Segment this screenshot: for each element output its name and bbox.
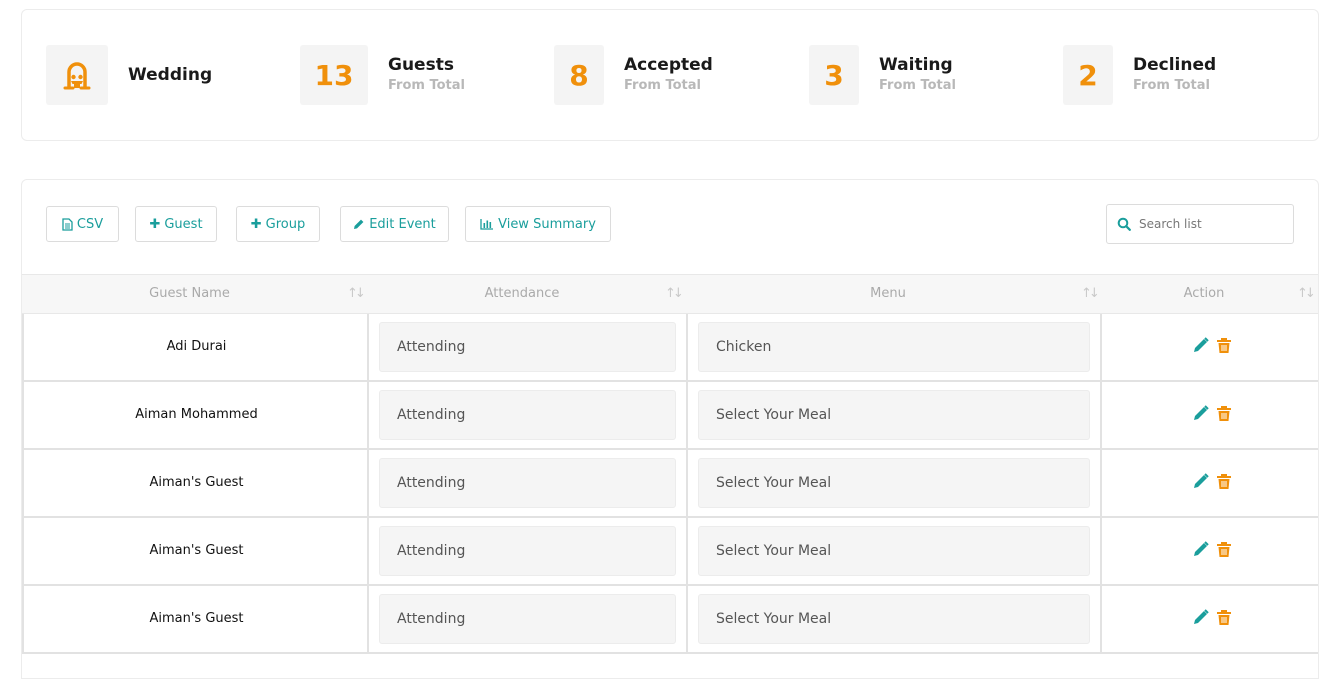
guest-list-card: CSV ✚ Guest ✚ Group Edit Event View Summ… bbox=[21, 179, 1319, 679]
column-header-attendance[interactable]: Attendance bbox=[369, 275, 675, 313]
sort-icon[interactable]: ↑↓ bbox=[347, 275, 366, 313]
stat-title: Declined bbox=[1133, 55, 1217, 75]
table-row: Aiman Mohammed Attending Select Your Mea… bbox=[22, 382, 1318, 450]
table-row: Aiman's Guest Attending Select Your Meal bbox=[22, 586, 1318, 654]
stat-value: 3 bbox=[809, 45, 859, 105]
sort-icon[interactable]: ↑↓ bbox=[1297, 275, 1316, 313]
stat-title: Waiting bbox=[879, 55, 953, 75]
trash-icon[interactable] bbox=[1216, 540, 1232, 558]
csv-button-label: CSV bbox=[76, 216, 104, 232]
add-guest-label: Guest bbox=[164, 216, 203, 232]
table-row: Adi Durai Attending Chicken bbox=[22, 314, 1318, 382]
stat-title: Accepted bbox=[624, 55, 713, 75]
attendance-select[interactable]: Attending bbox=[379, 458, 676, 508]
sort-icon[interactable]: ↑↓ bbox=[665, 275, 684, 313]
stat-declined: 2 Declined From Total bbox=[1063, 45, 1216, 105]
search-box bbox=[1106, 204, 1294, 244]
stat-guests: 13 Guests From Total bbox=[300, 45, 465, 105]
attendance-select[interactable]: Attending bbox=[379, 526, 676, 576]
edit-icon[interactable] bbox=[1192, 540, 1210, 558]
search-icon bbox=[1117, 217, 1131, 231]
menu-select[interactable]: Select Your Meal bbox=[698, 526, 1090, 576]
add-group-label: Group bbox=[265, 216, 306, 232]
attendance-select[interactable]: Attending bbox=[379, 390, 676, 440]
add-group-button[interactable]: ✚ Group bbox=[236, 206, 320, 242]
table-row: Aiman's Guest Attending Select Your Meal bbox=[22, 518, 1318, 586]
wedding-arch-icon bbox=[46, 45, 108, 105]
plus-icon: ✚ bbox=[149, 216, 161, 232]
menu-select[interactable]: Select Your Meal bbox=[698, 390, 1090, 440]
stat-value: 2 bbox=[1063, 45, 1113, 105]
edit-icon[interactable] bbox=[1192, 608, 1210, 626]
menu-select[interactable]: Select Your Meal bbox=[698, 594, 1090, 644]
guest-name: Aiman's Guest bbox=[149, 611, 244, 626]
guest-name: Aiman Mohammed bbox=[135, 407, 258, 422]
event-summary-card: Wedding 13 Guests From Total 8 Accepted … bbox=[21, 9, 1319, 141]
trash-icon[interactable] bbox=[1216, 472, 1232, 490]
column-header-action[interactable]: Action bbox=[1102, 275, 1306, 313]
search-input[interactable] bbox=[1139, 217, 1279, 231]
guest-name: Aiman's Guest bbox=[149, 475, 244, 490]
guest-name: Adi Durai bbox=[166, 339, 227, 354]
stat-accepted: 8 Accepted From Total bbox=[554, 45, 713, 105]
edit-icon[interactable] bbox=[1192, 336, 1210, 354]
event-type-label: Wedding bbox=[128, 65, 213, 85]
column-header-menu[interactable]: Menu bbox=[688, 275, 1088, 313]
stat-subtitle: From Total bbox=[624, 78, 701, 93]
trash-icon[interactable] bbox=[1216, 608, 1232, 626]
pencil-icon bbox=[354, 219, 364, 229]
stat-subtitle: From Total bbox=[1133, 78, 1210, 93]
bar-chart-icon bbox=[480, 219, 494, 230]
event-type: Wedding bbox=[46, 45, 212, 105]
csv-button[interactable]: CSV bbox=[46, 206, 119, 242]
menu-select[interactable]: Select Your Meal bbox=[698, 458, 1090, 508]
stat-title: Guests bbox=[388, 55, 454, 75]
stat-subtitle: From Total bbox=[388, 78, 465, 93]
table-row: Aiman's Guest Attending Select Your Meal bbox=[22, 450, 1318, 518]
edit-event-button[interactable]: Edit Event bbox=[340, 206, 449, 242]
view-summary-label: View Summary bbox=[498, 216, 596, 232]
edit-event-label: Edit Event bbox=[369, 216, 436, 232]
stat-value: 8 bbox=[554, 45, 604, 105]
attendance-select[interactable]: Attending bbox=[379, 322, 676, 372]
guest-name: Aiman's Guest bbox=[149, 543, 244, 558]
table-header: Guest Name ↑↓ Attendance ↑↓ Menu ↑↓ Acti… bbox=[22, 274, 1318, 314]
sort-icon[interactable]: ↑↓ bbox=[1081, 275, 1100, 313]
column-header-guest-name[interactable]: Guest Name bbox=[22, 275, 357, 313]
add-guest-button[interactable]: ✚ Guest bbox=[135, 206, 217, 242]
stat-value: 13 bbox=[300, 45, 368, 105]
stat-subtitle: From Total bbox=[879, 78, 956, 93]
edit-icon[interactable] bbox=[1192, 472, 1210, 490]
trash-icon[interactable] bbox=[1216, 404, 1232, 422]
trash-icon[interactable] bbox=[1216, 336, 1232, 354]
attendance-select[interactable]: Attending bbox=[379, 594, 676, 644]
stat-waiting: 3 Waiting From Total bbox=[809, 45, 956, 105]
plus-icon: ✚ bbox=[250, 216, 262, 232]
view-summary-button[interactable]: View Summary bbox=[465, 206, 611, 242]
menu-select[interactable]: Chicken bbox=[698, 322, 1090, 372]
file-icon bbox=[62, 217, 73, 231]
edit-icon[interactable] bbox=[1192, 404, 1210, 422]
